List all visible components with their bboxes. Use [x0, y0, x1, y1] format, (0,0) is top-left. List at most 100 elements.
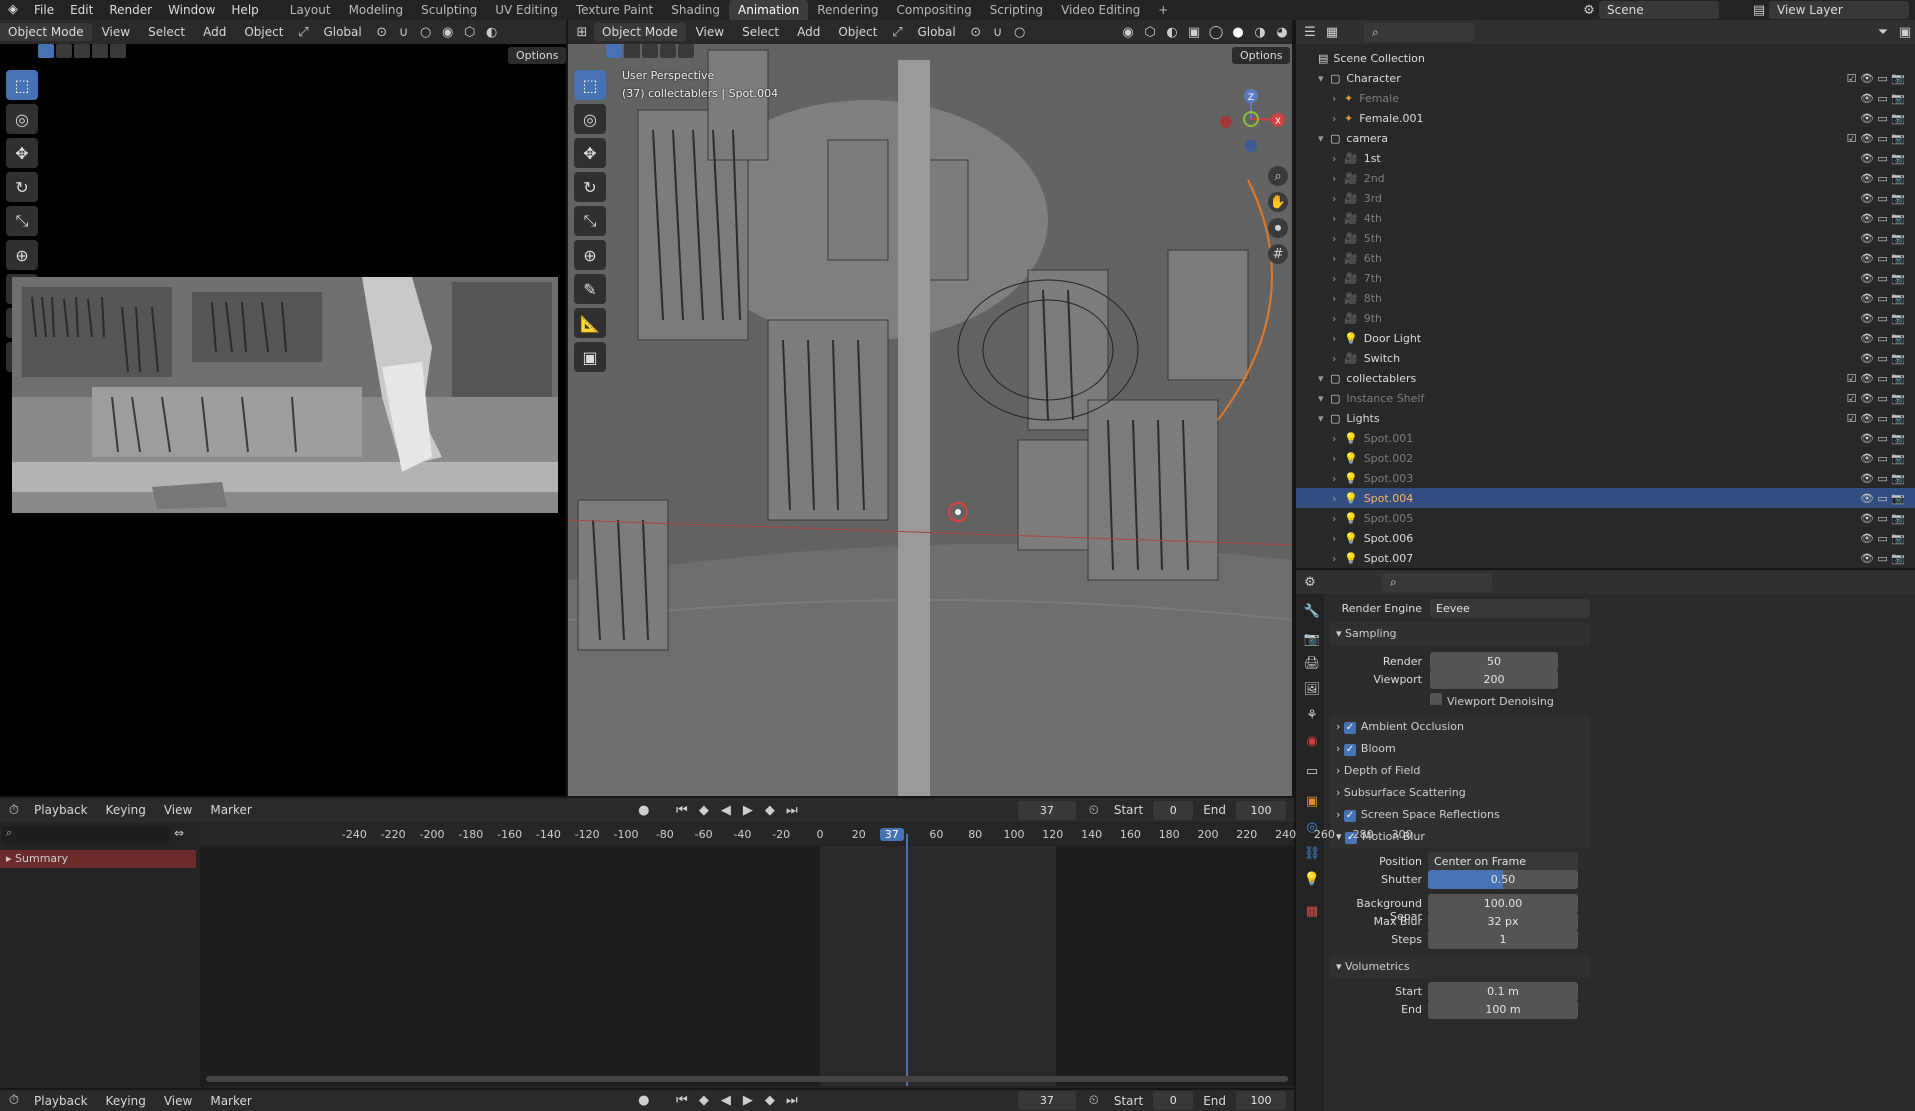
visibility-toggles[interactable]: 👁 ▭ 📷: [1860, 232, 1905, 245]
left-orientation-select[interactable]: Global: [315, 23, 369, 41]
view-layer-tab-icon[interactable]: 🖼: [1302, 682, 1322, 702]
select-box-tool-icon[interactable]: ⬚: [6, 70, 38, 100]
left-mode-select[interactable]: Object Mode: [0, 23, 92, 41]
filter-icon[interactable]: ⏷: [1873, 22, 1893, 42]
scale-tool-icon[interactable]: ⤡: [6, 206, 38, 236]
tab-layout[interactable]: Layout: [281, 0, 340, 20]
viewport-samples-field[interactable]: 200: [1430, 670, 1558, 689]
expand-arrow-icon[interactable]: ›: [1332, 172, 1344, 185]
expand-arrow-icon[interactable]: ›: [1332, 112, 1344, 125]
main-cursor-tool-icon[interactable]: ◎: [574, 104, 606, 134]
bottom-start-field[interactable]: 0: [1153, 1091, 1194, 1110]
wireframe-shading-icon[interactable]: ◯: [1206, 22, 1226, 42]
menu-window[interactable]: Window: [160, 0, 223, 20]
shutter-slider[interactable]: 0.50: [1428, 870, 1578, 889]
render-engine-select[interactable]: Eevee: [1430, 599, 1590, 618]
render-tab-icon[interactable]: 📷: [1302, 632, 1322, 652]
outliner-row[interactable]: › 💡 Spot.006 👁 ▭ 📷: [1296, 528, 1915, 548]
visibility-toggles[interactable]: 👁 ▭ 📷: [1860, 112, 1905, 125]
main-transform-tool-icon[interactable]: ⊕: [574, 240, 606, 270]
jump-end-icon[interactable]: ⏭: [782, 800, 802, 820]
bottom-keying-menu[interactable]: Keying: [98, 1092, 154, 1110]
current-frame-field[interactable]: 37: [1017, 800, 1076, 820]
ortho-grid-icon[interactable]: #: [1268, 244, 1288, 264]
outliner-row[interactable]: › ✦ Female.001 👁 ▭ 📷: [1296, 108, 1915, 128]
material-shading-icon[interactable]: ◑: [1250, 22, 1270, 42]
main-scale-tool-icon[interactable]: ⤡: [574, 206, 606, 236]
visibility-toggles[interactable]: 👁 ▭ 📷: [1860, 172, 1905, 185]
max-blur-field[interactable]: 32 px: [1428, 912, 1578, 931]
left-viewport[interactable]: Object Mode View Select Add Object ⤢ Glo…: [0, 20, 567, 796]
outliner-row[interactable]: › 🎥 2nd 👁 ▭ 📷: [1296, 168, 1915, 188]
visibility-toggles[interactable]: 👁 ▭ 📷: [1860, 532, 1905, 545]
bottom-record-icon[interactable]: ●: [634, 1091, 654, 1111]
timeline-scrollbar[interactable]: [206, 1076, 1288, 1082]
keying-menu[interactable]: Keying: [98, 801, 154, 819]
object-tab-icon[interactable]: ▣: [1302, 794, 1322, 814]
bottom-jump-start-icon[interactable]: ⏮: [672, 1091, 692, 1111]
constraint-tab-icon[interactable]: ⛓: [1302, 846, 1322, 866]
visibility-toggles[interactable]: 👁 ▭ 📷: [1860, 432, 1905, 445]
main-orientation-icon[interactable]: ⤢: [887, 22, 907, 42]
expand-arrow-icon[interactable]: ›: [1332, 152, 1344, 165]
outliner-row[interactable]: › 🎥 5th 👁 ▭ 📷: [1296, 228, 1915, 248]
expand-arrow-icon[interactable]: ›: [1332, 192, 1344, 205]
scene-collection-row[interactable]: ▤ Scene Collection: [1296, 48, 1631, 68]
scene-selector[interactable]: Scene: [1599, 1, 1719, 19]
visibility-toggles[interactable]: 👁 ▭ 📷: [1860, 292, 1905, 305]
outliner-row[interactable]: ▾ ▢ camera ☑ 👁 ▭ 📷: [1296, 128, 1915, 148]
bottom-end-field[interactable]: 100: [1236, 1091, 1286, 1110]
main-visibility-icon[interactable]: ◉: [1118, 22, 1138, 42]
prev-keyframe-icon[interactable]: ◆: [694, 800, 714, 820]
background-separation-field[interactable]: 100.00: [1428, 894, 1578, 913]
left-select-menu[interactable]: Select: [140, 23, 193, 41]
timeline-view-menu[interactable]: View: [156, 801, 200, 819]
expand-arrow-icon[interactable]: ›: [1332, 492, 1344, 505]
bottom-view-menu[interactable]: View: [156, 1092, 200, 1110]
jump-start-icon[interactable]: ⏮: [672, 800, 692, 820]
snap-icon[interactable]: ∪: [394, 22, 414, 42]
main-viewport[interactable]: ⊞ Object Mode View Select Add Object ⤢ G…: [568, 20, 1292, 796]
left-add-menu[interactable]: Add: [195, 23, 234, 41]
texture-tab-icon[interactable]: ▩: [1302, 904, 1322, 924]
timeline-search-input[interactable]: ⌕: [2, 826, 170, 844]
left-view-menu[interactable]: View: [94, 23, 138, 41]
main-rotate-tool-icon[interactable]: ↻: [574, 172, 606, 202]
expand-arrow-icon[interactable]: ›: [1332, 232, 1344, 245]
solid-shading-icon[interactable]: ●: [1228, 22, 1248, 42]
tab-compositing[interactable]: Compositing: [887, 0, 980, 20]
play-icon[interactable]: ▶: [738, 800, 758, 820]
transform-orientation-icon[interactable]: ⤢: [293, 22, 313, 42]
marker-menu[interactable]: Marker: [202, 801, 259, 819]
timeline-editor-icon[interactable]: ⏱: [4, 800, 24, 820]
volumetrics-section[interactable]: ▾ Volumetrics: [1330, 956, 1590, 978]
outliner-row[interactable]: › 🎥 Switch 👁 ▭ 📷: [1296, 348, 1915, 368]
expand-arrow-icon[interactable]: ▾: [1318, 412, 1330, 425]
visibility-toggles[interactable]: 👁 ▭ 📷: [1860, 552, 1905, 565]
tab-video-editing[interactable]: Video Editing: [1052, 0, 1149, 20]
visibility-toggles[interactable]: 👁 ▭ 📷: [1860, 252, 1905, 265]
overlay-icon[interactable]: ◐: [482, 22, 502, 42]
expand-arrow-icon[interactable]: ›: [1332, 292, 1344, 305]
expand-arrow-icon[interactable]: ›: [1332, 332, 1344, 345]
output-tab-icon[interactable]: 🖨: [1302, 656, 1322, 676]
main-view-menu[interactable]: View: [688, 23, 732, 41]
outliner-row[interactable]: › 💡 Spot.005 👁 ▭ 📷: [1296, 508, 1915, 528]
visibility-toggles[interactable]: 👁 ▭ 📷: [1860, 192, 1905, 205]
world-tab-icon[interactable]: ◉: [1302, 734, 1322, 754]
rotate-tool-icon[interactable]: ↻: [6, 172, 38, 202]
visibility-toggles[interactable]: 👁 ▭ 📷: [1860, 332, 1905, 345]
depth-of-field-section[interactable]: › Depth of Field: [1330, 760, 1590, 782]
tab-texture-paint[interactable]: Texture Paint: [567, 0, 662, 20]
swap-icon[interactable]: ⇔: [174, 826, 184, 840]
outliner-search-input[interactable]: ⌕: [1364, 22, 1474, 42]
bottom-playback-menu[interactable]: Playback: [26, 1092, 96, 1110]
visibility-toggles[interactable]: ☑ 👁 ▭ 📷: [1847, 392, 1905, 405]
expand-arrow-icon[interactable]: ▾: [1318, 132, 1330, 145]
render-samples-field[interactable]: 50: [1430, 652, 1558, 671]
main-add-menu[interactable]: Add: [789, 23, 828, 41]
left-object-menu[interactable]: Object: [236, 23, 291, 41]
position-select[interactable]: Center on Frame: [1428, 852, 1578, 871]
visibility-icon[interactable]: ◉: [438, 22, 458, 42]
expand-arrow-icon[interactable]: ›: [1332, 552, 1344, 565]
